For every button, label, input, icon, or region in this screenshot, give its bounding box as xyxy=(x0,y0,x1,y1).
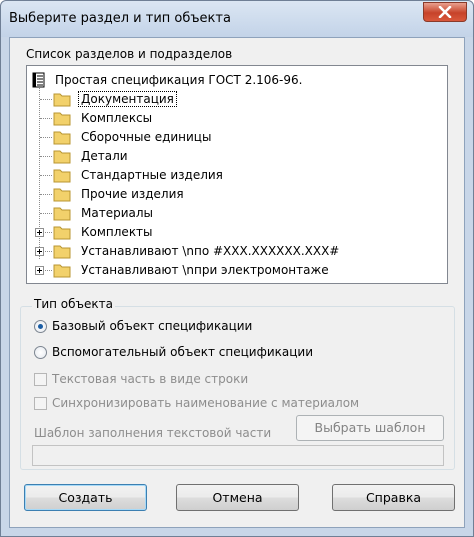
tree-item-label: Документация xyxy=(78,91,177,107)
base-object-label[interactable]: Базовый объект спецификации xyxy=(52,319,252,333)
auxiliary-object-label[interactable]: Вспомогательный объект спецификации xyxy=(52,345,313,359)
tree-item-label: Комплекты xyxy=(81,225,153,239)
folder-icon xyxy=(53,131,71,145)
base-object-radio[interactable] xyxy=(34,320,47,333)
auxiliary-object-radio[interactable] xyxy=(34,346,47,359)
tree-branch-line xyxy=(40,194,52,195)
folder-icon xyxy=(53,112,71,126)
folder-icon xyxy=(53,169,71,183)
tree-item-label: Материалы xyxy=(81,206,153,220)
tree-item-label: Устанавливают \nпо #XXX.XXXXXX.XXX# xyxy=(81,244,340,258)
tree-item-label: Прочие изделия xyxy=(81,187,184,201)
tree-branch-line xyxy=(40,99,52,100)
close-icon xyxy=(438,6,452,18)
template-label: Шаблон заполнения текстовой части xyxy=(34,426,272,440)
close-button[interactable] xyxy=(423,2,467,22)
choose-template-button[interactable]: Выбрать шаблон xyxy=(296,415,444,441)
sections-tree[interactable]: Простая спецификация ГОСТ 2.106-96. Доку… xyxy=(26,65,448,284)
tree-branch-line xyxy=(40,118,52,119)
tree-branch-line xyxy=(40,137,52,138)
expand-plus-icon[interactable] xyxy=(35,228,44,237)
sync-name-with-material-label: Синхронизировать наименование с материал… xyxy=(52,396,360,410)
cancel-button[interactable]: Отмена xyxy=(176,484,299,511)
template-field[interactable] xyxy=(32,445,444,466)
tree-branch-line xyxy=(45,251,52,252)
specification-book-icon xyxy=(32,72,45,88)
tree-item-label: Устанавливают \nпри электромонтаже xyxy=(81,263,329,277)
sync-name-with-material-checkbox[interactable] xyxy=(34,397,47,410)
tree-branch-line xyxy=(45,232,52,233)
expand-plus-icon[interactable] xyxy=(35,266,44,275)
create-button[interactable]: Создать xyxy=(24,484,147,511)
text-part-as-string-checkbox[interactable] xyxy=(34,373,47,386)
help-button[interactable]: Справка xyxy=(332,484,455,511)
tree-branch-line xyxy=(40,175,52,176)
folder-icon xyxy=(53,150,71,164)
tree-item-label: Сборочные единицы xyxy=(81,130,212,144)
folder-icon xyxy=(53,245,71,259)
object-type-group-title: Тип объекта xyxy=(32,297,115,311)
folder-icon xyxy=(53,93,71,107)
expand-plus-icon[interactable] xyxy=(35,247,44,256)
text-part-as-string-label: Текстовая часть в виде строки xyxy=(52,372,249,386)
tree-branch-line xyxy=(45,270,52,271)
sections-list-label: Список разделов и подразделов xyxy=(26,47,233,61)
tree-root-label: Простая спецификация ГОСТ 2.106-96. xyxy=(55,73,303,87)
dialog-window: Выберите раздел и тип объекта Список раз… xyxy=(0,0,474,537)
folder-icon xyxy=(53,264,71,278)
tree-item-label: Стандартные изделия xyxy=(81,168,223,182)
folder-icon xyxy=(53,188,71,202)
tree-branch-line xyxy=(40,156,52,157)
tree-branch-line xyxy=(40,213,52,214)
tree-item-label: Комплексы xyxy=(81,111,153,125)
title-bar[interactable]: Выберите раздел и тип объекта xyxy=(1,1,473,37)
window-title: Выберите раздел и тип объекта xyxy=(9,11,231,26)
folder-icon xyxy=(53,226,71,240)
folder-icon xyxy=(53,207,71,221)
tree-item-label: Детали xyxy=(81,149,128,163)
